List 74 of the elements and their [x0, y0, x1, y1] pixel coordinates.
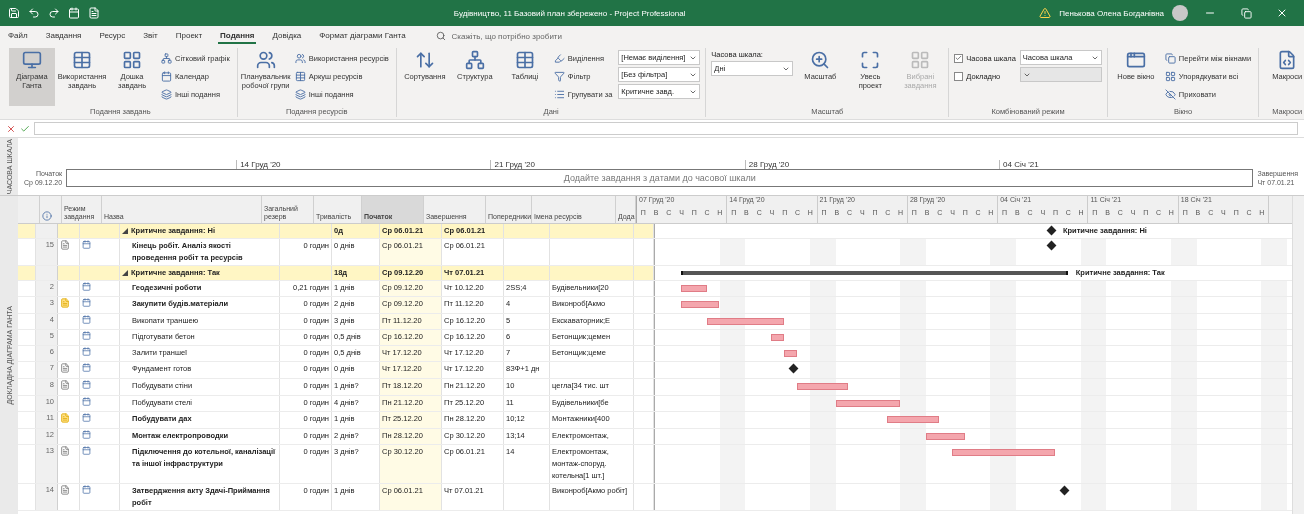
ribbon-tab[interactable]: Формат діаграми Ганта	[317, 28, 408, 44]
highlighter-icon	[553, 52, 565, 64]
redo-icon[interactable]	[48, 7, 60, 19]
window-title: Будівництво, 11 Базовий план збережено - Project Professional	[452, 8, 687, 18]
cancel-icon[interactable]	[6, 123, 16, 134]
check-icon	[955, 54, 963, 62]
filter-icon	[553, 70, 565, 82]
timeline-tick: 21 Груд '20	[490, 160, 745, 169]
calendar-icon	[161, 70, 172, 82]
ribbon-tab[interactable]: Звіт	[141, 28, 160, 44]
task-bar[interactable]	[784, 350, 797, 357]
task-bar[interactable]	[835, 400, 901, 407]
calendar-icon[interactable]	[68, 7, 80, 19]
sort-icon	[414, 50, 435, 70]
ribbon-tab[interactable]: Ресурс	[97, 28, 128, 44]
window-icon	[1125, 50, 1146, 70]
save-icon[interactable]	[8, 7, 20, 19]
grid-icon	[122, 50, 142, 70]
close-icon	[1276, 7, 1288, 19]
milestone-marker	[1047, 240, 1057, 251]
task-bar[interactable]	[680, 301, 720, 308]
document-icon[interactable]	[88, 7, 100, 19]
task-bar[interactable]	[771, 334, 784, 341]
collapse-icon[interactable]	[122, 270, 128, 276]
copy-icon	[1164, 52, 1176, 64]
check-icon[interactable]	[20, 123, 30, 134]
people-icon	[294, 52, 306, 64]
ribbon-tab[interactable]: Довідка	[270, 28, 304, 44]
grid-icon	[1164, 70, 1176, 82]
people-icon	[255, 50, 276, 70]
timeline-tick: 04 Січ '21	[999, 160, 1254, 169]
task-bar[interactable]	[887, 416, 939, 423]
restore-icon	[1240, 7, 1252, 19]
tell-me-field[interactable]: Скажіть, що потрібно зробити	[449, 30, 600, 42]
timeline-hint: Додайте завдання з датами до часової шкали	[563, 173, 756, 183]
timeline-bar[interactable]: Додайте завдання з датами до часової шкали	[66, 169, 1254, 187]
list-icon	[553, 88, 565, 100]
checkbox[interactable]	[954, 53, 964, 63]
task-bar[interactable]	[925, 433, 965, 440]
task-bar[interactable]	[680, 285, 707, 292]
milestone-marker	[1059, 485, 1070, 496]
ribbon-tab[interactable]: Файл	[6, 28, 30, 44]
network-icon	[464, 50, 485, 70]
warning-icon	[1039, 7, 1052, 19]
undo-icon[interactable]	[28, 7, 40, 19]
monitor-icon	[22, 50, 42, 70]
layers-icon	[294, 88, 306, 100]
avatar[interactable]	[1172, 5, 1188, 21]
task-bar[interactable]	[796, 383, 849, 390]
summary-marker	[1047, 225, 1057, 236]
ribbon-tab[interactable]: Завдання	[43, 28, 84, 44]
milestone-marker	[789, 363, 799, 374]
checkbox[interactable]	[954, 71, 964, 81]
network-icon	[161, 52, 172, 64]
zoom-icon	[810, 50, 831, 70]
table-icon	[72, 50, 92, 70]
ribbon-tab[interactable]: Проект	[173, 28, 205, 44]
eye-off-icon	[1164, 88, 1176, 100]
timeline-tick: 14 Груд '20	[236, 160, 491, 169]
collapse-icon[interactable]	[122, 228, 128, 234]
task-bar[interactable]	[706, 318, 784, 325]
timeline-tick: 28 Груд '20	[744, 160, 1000, 169]
task-bar[interactable]	[951, 449, 1055, 456]
maximize-icon	[860, 50, 881, 70]
layers-icon	[161, 88, 172, 100]
info-icon	[42, 211, 52, 221]
entry-field[interactable]	[34, 122, 1298, 135]
ribbon-tab[interactable]: Подання	[218, 28, 257, 44]
scrollbar[interactable]	[1292, 196, 1304, 514]
table-icon	[514, 50, 535, 70]
grid-icon	[910, 50, 931, 70]
table-icon	[294, 70, 306, 82]
user-name[interactable]: Пенькова Олена Богданівна	[1059, 8, 1164, 18]
search-icon	[435, 31, 446, 41]
